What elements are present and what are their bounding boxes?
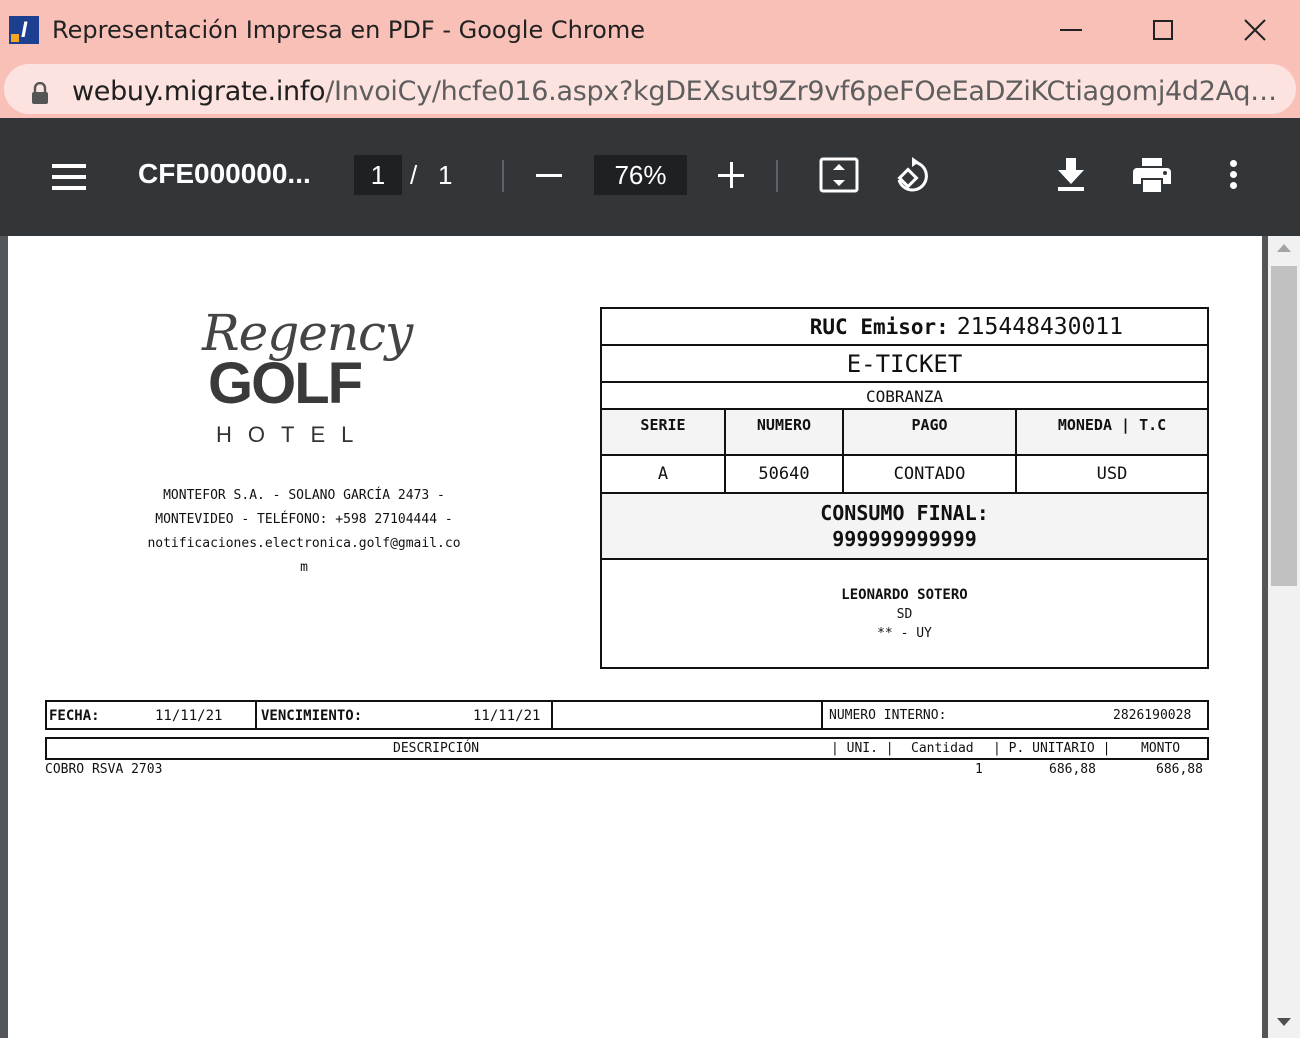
print-icon[interactable] <box>1133 158 1171 192</box>
lock-icon[interactable] <box>30 82 50 104</box>
logo-golf: GOLF <box>208 351 363 416</box>
col-cantidad: Cantidad <box>911 741 974 756</box>
minimize-icon <box>1060 29 1082 31</box>
col-uni: | UNI. | <box>831 741 894 756</box>
cell-divider <box>255 702 257 728</box>
more-options-icon[interactable] <box>1230 160 1238 190</box>
window-title: Representación Impresa en PDF - Google C… <box>52 16 646 44</box>
dates-row: FECHA: 11/11/21 VENCIMIENTO: 11/11/21 NU… <box>45 700 1209 730</box>
consumo-value: 999999999999 <box>832 527 977 551</box>
numero-interno-label: NUMERO INTERNO: <box>829 708 947 723</box>
download-icon[interactable] <box>1056 158 1086 192</box>
ruc-box: RUC Emisor: 215448430011 E-TICKET COBRAN… <box>600 307 1209 669</box>
doc-subtype: COBRANZA <box>602 383 1207 410</box>
toolbar-divider <box>502 160 504 192</box>
col-monto: MONTO <box>1141 741 1181 756</box>
document-title: CFE000000... <box>138 158 311 189</box>
item-unitario: 686,88 <box>1049 762 1096 777</box>
url-text[interactable]: webuy.migrate.info/InvoiCy/hcfe016.aspx?… <box>72 76 1282 107</box>
doc-type: E-TICKET <box>602 346 1207 383</box>
zoom-in-button[interactable] <box>718 162 744 188</box>
item-monto: 686,88 <box>1156 762 1203 777</box>
pdf-toolbar: CFE000000... 1 / 1 76% <box>0 118 1300 236</box>
client-line: SD <box>896 607 913 622</box>
url-host: webuy.migrate.info <box>72 76 326 107</box>
value-pago: CONTADO <box>844 456 1017 492</box>
value-moneda: USD <box>1096 464 1128 484</box>
fit-page-icon[interactable] <box>819 157 859 193</box>
consumo-final: CONSUMO FINAL: 999999999999 <box>602 494 1207 560</box>
ruc-row: RUC Emisor: 215448430011 <box>602 309 1207 346</box>
header-serie: SERIE <box>602 410 726 454</box>
cell-divider <box>551 702 553 728</box>
menu-icon[interactable] <box>52 164 86 190</box>
zoom-input[interactable]: 76% <box>594 155 687 195</box>
vencimiento-value: 11/11/21 <box>473 708 541 724</box>
url-field[interactable]: webuy.migrate.info/InvoiCy/hcfe016.aspx?… <box>4 64 1296 114</box>
page-number-input[interactable]: 1 <box>354 155 402 195</box>
header-moneda: MONEDA | T.C <box>1017 410 1207 454</box>
ticket-header-row: SERIE NUMERO PAGO MONEDA | T.C <box>602 410 1207 456</box>
client-info: LEONARDO SOTERO SD ** - UY <box>602 560 1207 667</box>
consumo-label: CONSUMO FINAL: <box>820 501 989 525</box>
value-numero: 50640 <box>726 456 844 492</box>
issuer-line: MONTEFOR S.A. - SOLANO GARCÍA 2473 - <box>163 488 445 503</box>
close-button[interactable] <box>1210 0 1300 60</box>
pdf-page: Regency GOLF HOTEL MONTEFOR S.A. - SOLAN… <box>8 236 1262 1038</box>
header-numero: NUMERO <box>726 410 844 454</box>
logo-hotel: HOTEL <box>216 422 370 447</box>
scroll-up-arrow-icon[interactable] <box>1277 244 1291 252</box>
col-descripcion: DESCRIPCIÓN <box>393 741 480 756</box>
rotate-icon[interactable] <box>892 156 932 196</box>
fecha-value: 11/11/21 <box>155 708 223 724</box>
hotel-logo: Regency GOLF HOTEL <box>196 304 413 454</box>
issuer-info: MONTEFOR S.A. - SOLANO GARCÍA 2473 - MON… <box>128 484 480 580</box>
col-unitario: | P. UNITARIO | <box>993 741 1111 756</box>
scrollbar[interactable] <box>1268 236 1300 1038</box>
client-name: LEONARDO SOTERO <box>841 587 968 603</box>
maximize-button[interactable] <box>1118 0 1208 60</box>
numero-interno-value: 2826190028 <box>1113 708 1192 723</box>
title-bar: I Representación Impresa en PDF - Google… <box>0 0 1300 60</box>
scroll-down-arrow-icon[interactable] <box>1277 1018 1291 1026</box>
zoom-out-button[interactable] <box>536 174 562 177</box>
ticket-values-row: A 50640 CONTADO USD <box>602 456 1207 494</box>
issuer-line: m <box>300 560 308 575</box>
cell-divider <box>821 702 823 728</box>
page-total: 1 <box>438 160 453 190</box>
ruc-value: 215448430011 <box>956 313 1123 340</box>
page-separator: / <box>410 160 418 190</box>
fecha-label: FECHA: <box>49 708 100 724</box>
items-header: DESCRIPCIÓN | UNI. | Cantidad | P. UNITA… <box>45 737 1209 760</box>
maximize-icon <box>1153 20 1173 40</box>
client-line: ** - UY <box>877 626 932 641</box>
minimize-button[interactable] <box>1026 0 1116 60</box>
ruc-label: RUC Emisor: <box>809 314 949 339</box>
issuer-line: notificaciones.electronica.golf@gmail.co <box>147 536 461 551</box>
toolbar-divider <box>776 160 778 192</box>
address-bar: webuy.migrate.info/InvoiCy/hcfe016.aspx?… <box>0 60 1300 118</box>
close-icon <box>1244 19 1266 41</box>
vencimiento-label: VENCIMIENTO: <box>261 708 363 724</box>
header-pago: PAGO <box>844 410 1017 454</box>
issuer-line: MONTEVIDEO - TELÉFONO: +598 27104444 - <box>155 512 453 527</box>
app-icon: I <box>9 16 39 44</box>
url-path: /InvoiCy/hcfe016.aspx?kgDEXsut9Zr9vf6peF… <box>325 76 1282 107</box>
pdf-viewer: Regency GOLF HOTEL MONTEFOR S.A. - SOLAN… <box>0 236 1300 1038</box>
scroll-thumb[interactable] <box>1271 266 1297 586</box>
value-serie: A <box>602 456 726 492</box>
item-cantidad: 1 <box>975 762 983 777</box>
item-desc: COBRO RSVA 2703 <box>45 762 163 777</box>
